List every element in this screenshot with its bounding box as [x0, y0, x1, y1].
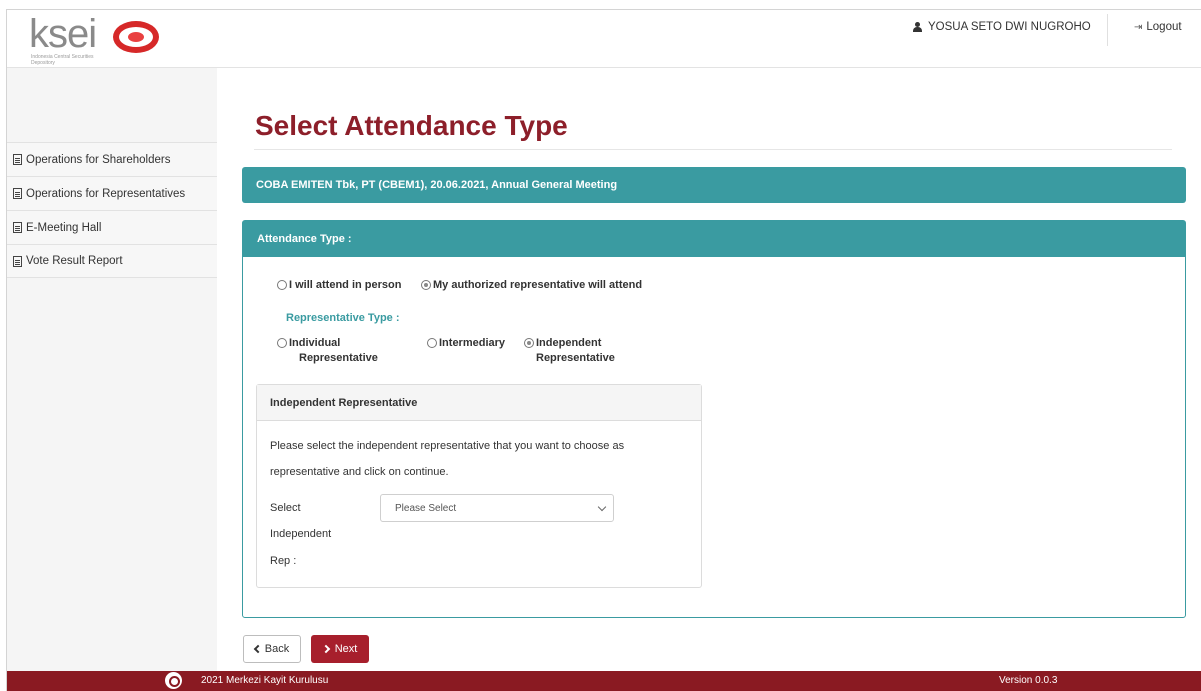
attend-in-person-radio[interactable] [277, 280, 287, 290]
meeting-info-bar: COBA EMITEN Tbk, PT (CBEM1), 20.06.2021,… [242, 167, 1186, 203]
intermediary-radio[interactable] [427, 338, 437, 348]
logo-subtitle: Indonesia Central Securities Depository [31, 54, 94, 66]
label-line: Representative [536, 352, 615, 364]
authorized-representative-option[interactable]: My authorized representative will attend [421, 278, 642, 293]
footer-copyright: 2021 Merkezi Kayit Kurulusu [201, 675, 329, 686]
independent-representative-radio[interactable] [524, 338, 534, 348]
label-line: Representative [299, 352, 378, 364]
footer-logo-icon [165, 672, 182, 689]
instruction-text-line2: representative and click on continue. [270, 466, 449, 478]
logout-icon: ⇥ [1134, 21, 1143, 33]
sidebar-item-label: E-Meeting Hall [26, 221, 102, 234]
individual-representative-label: Individual Representative [289, 336, 378, 366]
individual-representative-radio[interactable] [277, 338, 287, 348]
independent-representative-panel: Independent Representative [256, 384, 702, 588]
representative-type-label: Representative Type : [286, 312, 400, 324]
user-name: YOSUA SETO DWI NUGROHO [928, 21, 1091, 33]
attend-in-person-label: I will attend in person [289, 279, 402, 291]
chevron-down-icon [597, 502, 607, 512]
footer-version: Version 0.0.3 [999, 675, 1058, 686]
sidebar-item-operations-representatives[interactable]: Operations for Representatives [7, 176, 217, 210]
sidebar-item-vote-result-report[interactable]: Vote Result Report [7, 244, 217, 278]
logout-label: Logout [1146, 21, 1182, 33]
back-button[interactable]: Back [243, 635, 301, 663]
authorized-representative-label: My authorized representative will attend [433, 279, 643, 291]
independent-panel-header: Independent Representative [257, 385, 701, 421]
sidebar-item-label: Operations for Shareholders [26, 153, 171, 166]
instruction-text-line1: Please select the independent representa… [270, 440, 625, 452]
attendance-panel-title: Attendance Type : [257, 233, 352, 245]
user-icon [913, 22, 922, 32]
select-value: Please Select [395, 502, 457, 514]
sidebar-item-e-meeting-hall[interactable]: E-Meeting Hall [7, 210, 217, 244]
authorized-representative-radio[interactable] [421, 280, 431, 290]
back-button-label: Back [264, 643, 290, 655]
attend-in-person-option[interactable]: I will attend in person [277, 278, 401, 293]
label-line: Individual [289, 337, 341, 349]
next-button[interactable]: Next [311, 635, 369, 663]
chevron-right-icon [321, 644, 330, 654]
document-icon [13, 154, 22, 165]
independent-panel-title: Independent Representative [270, 396, 418, 409]
user-menu[interactable]: YOSUA SETO DWI NUGROHO [913, 21, 1091, 33]
title-divider [254, 149, 1172, 150]
document-icon [13, 222, 22, 233]
ksei-logo[interactable]: ksei Indonesia Central Securities Deposi… [29, 12, 169, 68]
document-icon [13, 255, 22, 267]
logo-mark-icon [113, 21, 159, 53]
select-rep-label-line1: Select [270, 502, 301, 514]
sidebar-item-label: Vote Result Report [26, 255, 123, 267]
select-rep-label-line2: Independent [270, 528, 332, 540]
header-divider [1107, 14, 1108, 46]
logo-text: ksei [29, 12, 97, 56]
footer: 2021 Merkezi Kayit Kurulusu Version 0.0.… [7, 671, 1201, 691]
intermediary-option[interactable]: Intermediary [427, 336, 505, 351]
next-button-label: Next [334, 643, 358, 655]
sidebar-item-label: Operations for Representatives [26, 187, 186, 200]
sidebar: Operations for Shareholders Operations f… [7, 68, 217, 671]
select-rep-label-line3: Rep : [270, 555, 297, 567]
meeting-info-text: COBA EMITEN Tbk, PT (CBEM1), 20.06.2021,… [256, 179, 618, 191]
page-title: Select Attendance Type [255, 110, 568, 141]
attendance-panel-header: Attendance Type : [243, 221, 1185, 257]
logout-button[interactable]: ⇥ Logout [1134, 21, 1182, 33]
top-header: ksei Indonesia Central Securities Deposi… [7, 10, 1201, 68]
independent-representative-label: Independent Representative [536, 336, 615, 366]
independent-rep-select[interactable]: Please Select [380, 494, 614, 522]
sidebar-item-operations-shareholders[interactable]: Operations for Shareholders [7, 142, 217, 176]
chevron-left-icon [253, 644, 263, 654]
sidebar-menu: Operations for Shareholders Operations f… [7, 142, 217, 278]
intermediary-label: Intermediary [439, 337, 506, 349]
document-icon [13, 188, 22, 199]
independent-representative-option[interactable]: Independent Representative [524, 336, 615, 366]
individual-representative-option[interactable]: Individual Representative [277, 336, 378, 366]
label-line: Independent [536, 337, 602, 349]
